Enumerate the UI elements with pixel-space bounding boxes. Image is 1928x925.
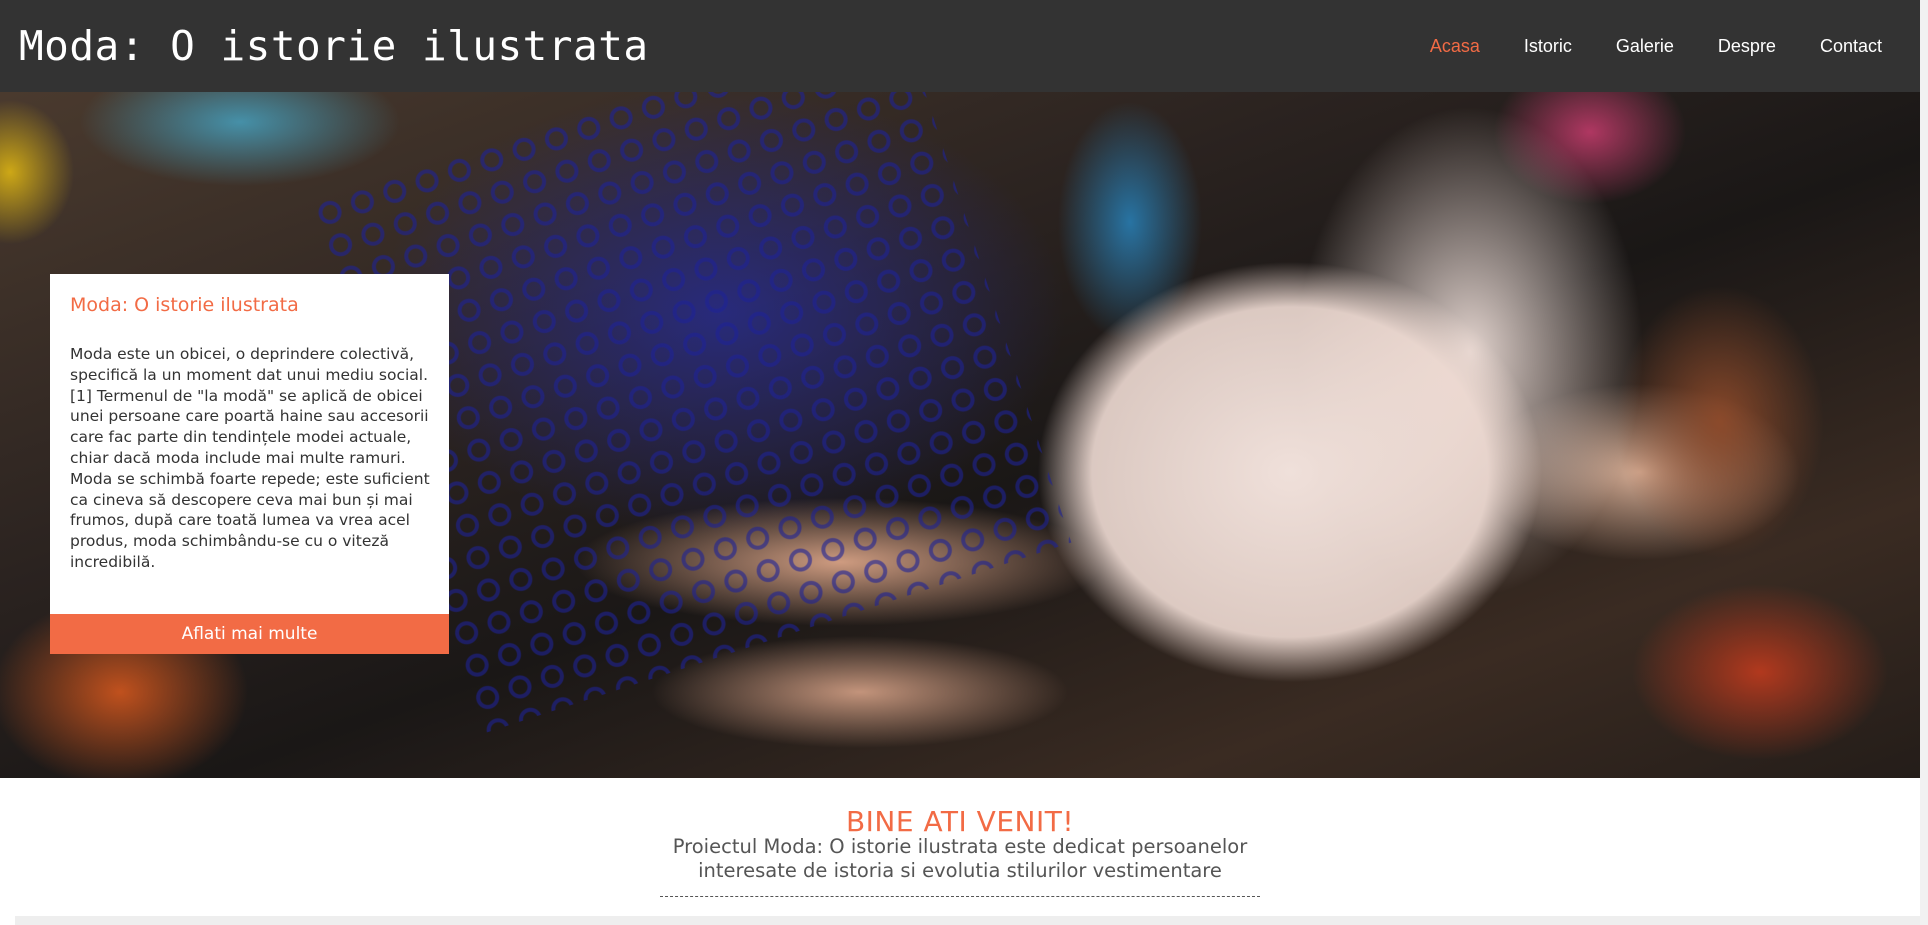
welcome-title: BINE ATI VENIT! xyxy=(845,805,1075,838)
intro-card-text: Moda este un obicei, o deprindere colect… xyxy=(70,345,430,571)
welcome-text: Proiectul Moda: O istorie ilustrata este… xyxy=(672,835,1248,882)
intro-card-title: Moda: O istorie ilustrata xyxy=(70,294,299,316)
intro-card: Moda: O istorie ilustrata Moda este un o… xyxy=(50,274,449,654)
site-header: Moda: O istorie ilustrata Acasa Istoric … xyxy=(0,0,1920,92)
nav-item-despre[interactable]: Despre xyxy=(1718,36,1776,57)
section-band xyxy=(15,916,1920,925)
learn-more-button[interactable]: Aflati mai multe xyxy=(50,614,449,654)
site-title: Moda: O istorie ilustrata xyxy=(19,22,649,70)
page-scrollbar[interactable] xyxy=(1920,0,1928,925)
hero-banner: Moda: O istorie ilustrata Moda este un o… xyxy=(0,92,1920,778)
nav-item-contact[interactable]: Contact xyxy=(1820,36,1882,57)
main-nav: Acasa Istoric Galerie Despre Contact xyxy=(1386,36,1882,57)
nav-item-acasa[interactable]: Acasa xyxy=(1430,36,1480,57)
welcome-divider xyxy=(660,896,1260,897)
nav-item-galerie[interactable]: Galerie xyxy=(1616,36,1674,57)
nav-item-istoric[interactable]: Istoric xyxy=(1524,36,1572,57)
